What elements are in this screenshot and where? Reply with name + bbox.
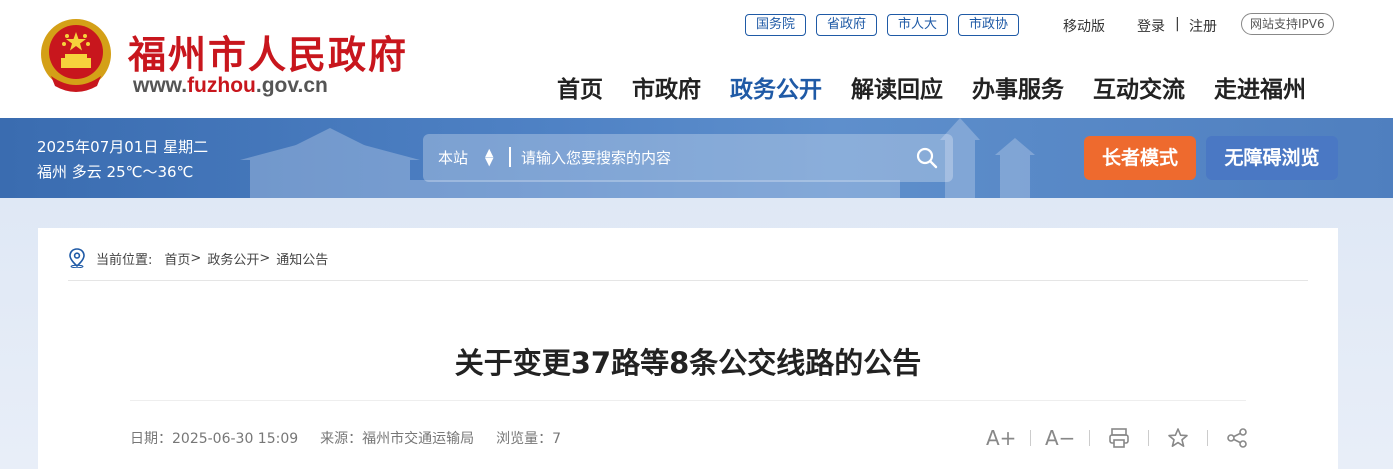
article-title: 关于变更37路等8条公交线路的公告 [454,346,922,380]
url-prefix: www. [133,74,188,97]
favorite-star-icon[interactable] [1163,427,1193,449]
login-link[interactable]: 登录 [1137,16,1165,36]
national-emblem-icon[interactable] [37,16,115,96]
share-icon[interactable] [1222,427,1252,449]
top-links: 国务院 省政府 市人大 市政协 [745,14,1020,36]
search-input[interactable] [521,142,901,174]
article-views: 浏览量：7 [496,431,562,447]
tool-divider [1207,430,1208,446]
tool-divider [1089,430,1090,446]
breadcrumb-gov-affairs[interactable]: 政务公开 [207,249,259,268]
accessibility-button[interactable]: 无障碍浏览 [1206,136,1338,180]
font-smaller-button[interactable]: A− [1045,426,1075,450]
tool-divider [1030,430,1031,446]
search-icon[interactable] [915,146,939,170]
nav-about-fuzhou[interactable]: 走进福州 [1214,70,1306,104]
url-suffix: .gov.cn [255,74,328,97]
site-title[interactable]: 福州市人民政府 [128,24,408,79]
breadcrumb-notices[interactable]: 通知公告 [276,249,328,268]
breadcrumb: 当前位置: 首页 > 政务公开 > 通知公告 [68,248,328,268]
nav-interpretation[interactable]: 解读回应 [851,70,943,104]
breadcrumb-divider [68,280,1308,281]
search-divider [509,147,511,167]
font-larger-button[interactable]: A+ [986,426,1016,450]
main-nav: 首页 市政府 政务公开 解读回应 办事服务 互动交流 走进福州 [557,70,1306,104]
nav-interaction[interactable]: 互动交流 [1093,70,1185,104]
title-divider [130,400,1246,401]
site-url[interactable]: www.fuzhou.gov.cn [133,74,328,98]
search-scope-select[interactable]: 本站 [438,147,468,168]
link-city-congress[interactable]: 市人大 [887,14,949,36]
elder-mode-button[interactable]: 长者模式 [1084,136,1196,180]
article-tools: A+ A− [986,426,1252,450]
login-separator: | [1175,16,1180,32]
breadcrumb-sep: > [259,250,271,266]
link-provincial-gov[interactable]: 省政府 [816,14,878,36]
register-link[interactable]: 注册 [1189,16,1217,36]
search-bar: 本站 ▲ ▼ [423,134,953,182]
mobile-version-link[interactable]: 移动版 [1063,16,1105,36]
banner: 2025年07月01日 星期二 福州 多云 25℃～36℃ 本站 ▲▼ 长者模式… [0,118,1393,198]
article-source: 来源：福州市交通运输局 [320,431,475,447]
tool-divider [1148,430,1149,446]
nav-home[interactable]: 首页 [557,70,603,104]
breadcrumb-home[interactable]: 首页 [164,249,190,268]
nav-city-gov[interactable]: 市政府 [632,70,701,104]
article-date: 日期：2025-06-30 15:09 [130,431,299,447]
link-state-council[interactable]: 国务院 [745,14,807,36]
ipv6-badge: 网站支持IPV6 [1241,13,1334,35]
article-meta: 日期：2025-06-30 15:09 来源：福州市交通运输局 浏览量：7 [130,428,561,448]
breadcrumb-sep: > [190,250,202,266]
print-icon[interactable] [1104,427,1134,449]
current-date: 2025年07月01日 星期二 [37,138,209,156]
article-card: 当前位置: 首页 > 政务公开 > 通知公告 关于变更37路等8条公交线路的公告… [38,228,1338,469]
site-header: 福州市人民政府 www.fuzhou.gov.cn 国务院 省政府 市人大 市政… [0,0,1393,118]
nav-gov-affairs[interactable]: 政务公开 [730,70,822,104]
location-pin-icon [69,248,85,268]
weather-info: 福州 多云 25℃～36℃ [37,163,194,181]
link-city-cppcc[interactable]: 市政协 [958,14,1020,36]
breadcrumb-label: 当前位置: [96,252,153,268]
nav-services[interactable]: 办事服务 [972,70,1064,104]
url-highlight: fuzhou [187,74,256,97]
scope-updown-icon[interactable]: ▲ ▼ [485,147,493,167]
